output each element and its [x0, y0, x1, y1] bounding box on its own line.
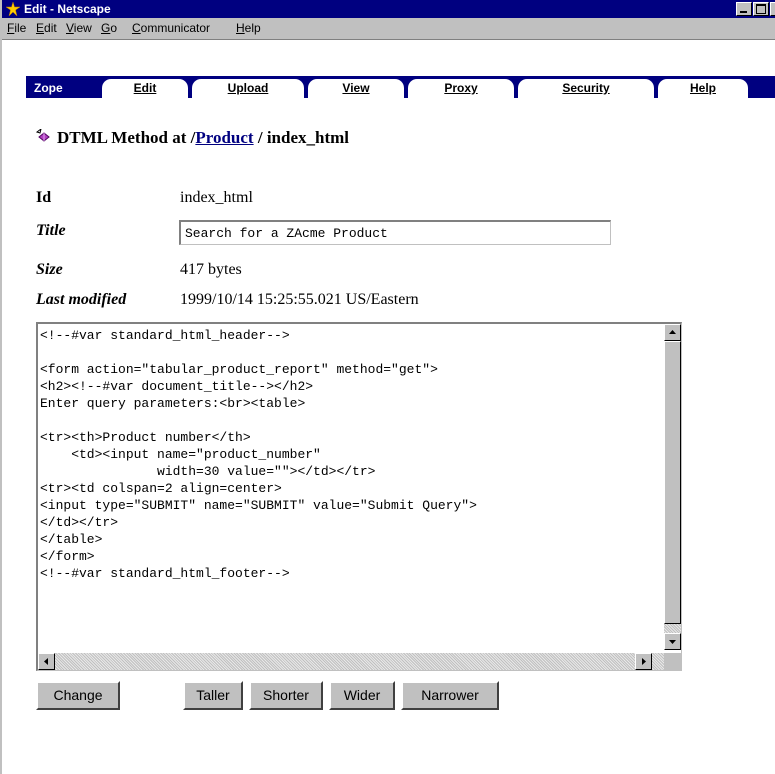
- zope-tab-bar: Zope Edit Upload View Proxy Security Hel…: [26, 76, 775, 98]
- id-label: Id: [36, 189, 52, 206]
- maximize-button[interactable]: [753, 2, 769, 16]
- tab-help[interactable]: Help: [658, 79, 748, 98]
- title-bar: Edit - Netscape: [2, 0, 775, 18]
- tab-proxy[interactable]: Proxy: [408, 79, 514, 98]
- wider-button[interactable]: Wider: [329, 681, 395, 710]
- minimize-button[interactable]: [736, 2, 752, 16]
- page-content: Zope Edit Upload View Proxy Security Hel…: [2, 40, 775, 774]
- menu-view-label: iew: [73, 21, 92, 35]
- menu-go[interactable]: Go: [101, 21, 117, 35]
- menu-view[interactable]: View: [66, 21, 92, 35]
- tab-upload[interactable]: Upload: [192, 79, 304, 98]
- tab-view[interactable]: View: [308, 79, 404, 98]
- change-button[interactable]: Change: [36, 681, 120, 710]
- zope-brand: Zope: [34, 81, 63, 95]
- menu-go-label: o: [110, 21, 118, 35]
- horizontal-scrollbar[interactable]: [38, 653, 664, 670]
- scroll-up-button[interactable]: [664, 324, 681, 341]
- close-button[interactable]: [770, 2, 775, 16]
- arrow-right-icon: [642, 658, 646, 665]
- size-label: Size: [36, 261, 63, 278]
- window-title: Edit - Netscape: [24, 2, 111, 16]
- menu-help[interactable]: Help: [236, 21, 261, 35]
- arrow-down-icon: [669, 640, 676, 644]
- size-value: 417 bytes: [180, 261, 242, 278]
- menu-file[interactable]: File: [7, 21, 26, 35]
- menu-edit-label: dit: [44, 21, 57, 35]
- arrow-up-icon: [669, 330, 676, 334]
- menu-help-label: elp: [244, 21, 261, 35]
- last-modified-label: Last modified: [36, 291, 127, 308]
- dtml-source-editor[interactable]: <!--#var standard_html_header--> <form a…: [36, 322, 682, 671]
- vertical-scroll-thumb[interactable]: [664, 341, 681, 624]
- title-field[interactable]: [179, 220, 611, 245]
- id-value: index_html: [180, 189, 253, 206]
- menu-communicator-label: ommunicator: [140, 21, 211, 35]
- browser-window: Edit - Netscape File Edit View Go Commun…: [0, 0, 775, 774]
- shorter-button[interactable]: Shorter: [249, 681, 323, 710]
- title-suffix: / index_html: [253, 128, 350, 147]
- vertical-scrollbar[interactable]: [664, 324, 681, 650]
- netscape-icon: [5, 1, 21, 17]
- tab-security[interactable]: Security: [518, 79, 654, 98]
- menu-edit[interactable]: Edit: [36, 21, 57, 35]
- title-label: Title: [36, 222, 66, 239]
- menu-go-key: G: [101, 21, 111, 35]
- menu-help-key: H: [236, 21, 245, 35]
- title-prefix: DTML Method at /: [57, 128, 196, 147]
- menu-bar: File Edit View Go Communicator Help: [2, 18, 775, 40]
- menu-view-key: V: [66, 21, 74, 35]
- page-title: DTML Method at /Product / index_html: [36, 128, 349, 148]
- menu-file-label: ile: [14, 21, 27, 35]
- scroll-left-button[interactable]: [38, 653, 55, 670]
- tab-edit[interactable]: Edit: [102, 79, 188, 98]
- narrower-button[interactable]: Narrower: [401, 681, 499, 710]
- scroll-down-button[interactable]: [664, 633, 681, 650]
- breadcrumb-product-link[interactable]: Product: [195, 128, 253, 147]
- scrollbar-corner: [664, 653, 681, 670]
- dtml-method-icon: [36, 129, 50, 142]
- menu-communicator[interactable]: Communicator: [132, 21, 210, 35]
- taller-button[interactable]: Taller: [183, 681, 243, 710]
- arrow-left-icon: [44, 658, 48, 665]
- source-text[interactable]: <!--#var standard_html_header--> <form a…: [40, 327, 658, 649]
- menu-communicator-key: C: [132, 21, 141, 35]
- menu-edit-key: E: [36, 21, 45, 35]
- last-modified-value: 1999/10/14 15:25:55.021 US/Eastern: [180, 291, 419, 308]
- scroll-right-button[interactable]: [635, 653, 652, 670]
